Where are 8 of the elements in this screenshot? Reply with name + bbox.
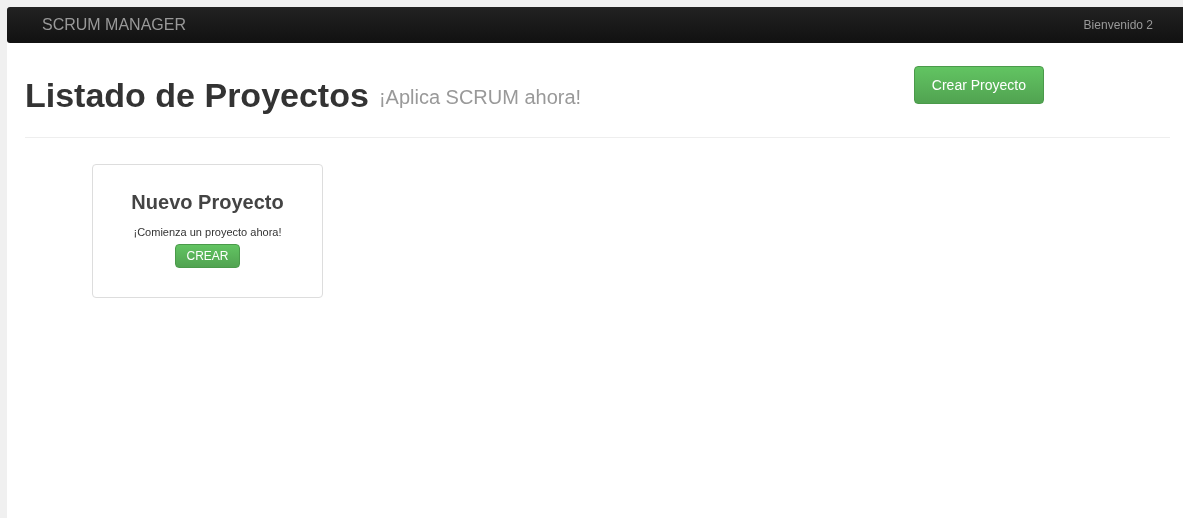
page-title: Listado de Proyectos (25, 75, 369, 115)
welcome-text: Bienvenido 2 (1083, 18, 1153, 32)
card-title: Nuevo Proyecto (131, 191, 284, 214)
brand-link[interactable]: SCRUM MANAGER (42, 16, 186, 34)
card-text: ¡Comienza un proyecto ahora! (133, 226, 282, 238)
page-subtitle: ¡Aplica SCRUM ahora! (378, 85, 582, 109)
create-button[interactable]: CREAR (175, 244, 240, 268)
create-project-button[interactable]: Crear Proyecto (913, 66, 1044, 104)
